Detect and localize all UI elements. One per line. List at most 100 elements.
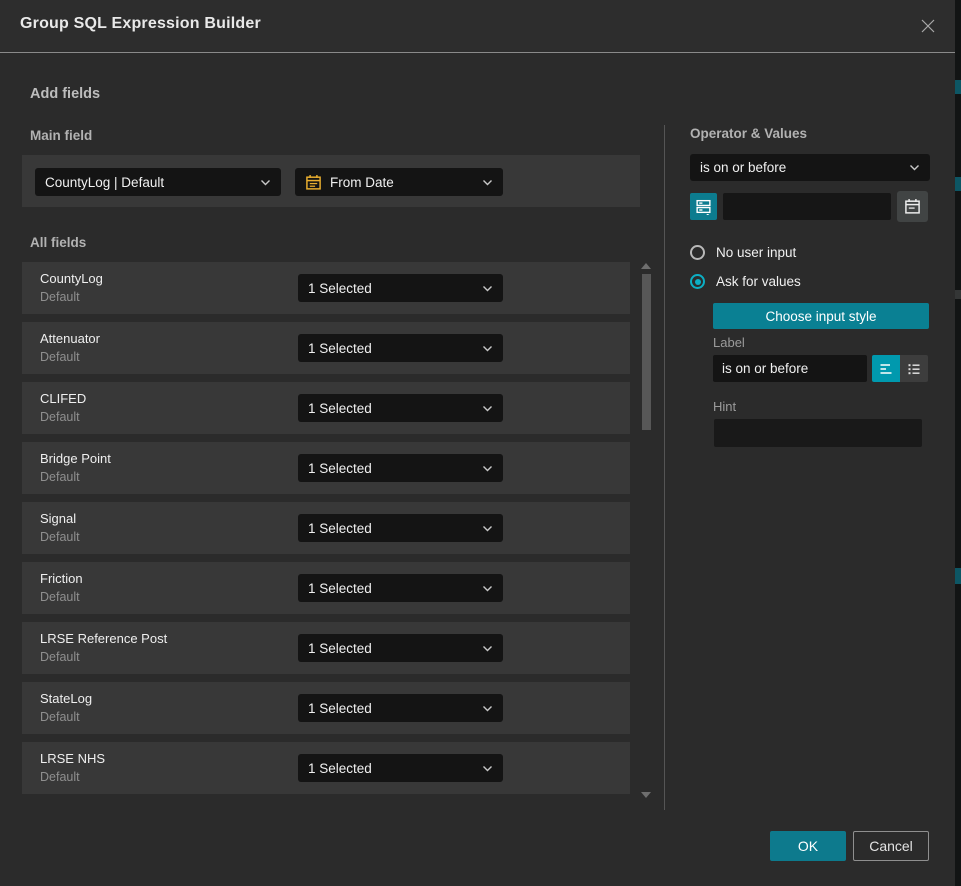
- field-name: Bridge Point: [40, 451, 111, 466]
- field-name: Friction: [40, 571, 83, 586]
- chevron-down-icon: [482, 285, 493, 292]
- field-row-bridge-point: Bridge Point Default 1 Selected: [22, 442, 630, 494]
- cancel-button[interactable]: Cancel: [853, 831, 929, 861]
- field-values-dropdown[interactable]: 1 Selected: [298, 274, 503, 302]
- background-fragment: [955, 177, 961, 191]
- field-row-attenuator: Attenuator Default 1 Selected: [22, 322, 630, 374]
- chevron-down-icon: [482, 345, 493, 352]
- dropdown-value: 1 Selected: [308, 461, 482, 476]
- all-fields-list: CountyLog Default 1 Selected Attenuator …: [22, 262, 630, 794]
- scrollbar-thumb[interactable]: [642, 274, 651, 430]
- scrollbar-down-arrow[interactable]: [641, 792, 651, 798]
- radio-ask-for-values[interactable]: Ask for values: [690, 274, 801, 289]
- field-values-dropdown[interactable]: 1 Selected: [298, 454, 503, 482]
- dropdown-value: 1 Selected: [308, 581, 482, 596]
- dropdown-value: 1 Selected: [308, 701, 482, 716]
- hint-input[interactable]: [714, 419, 922, 447]
- ok-button[interactable]: OK: [770, 831, 846, 861]
- chevron-down-icon: [482, 705, 493, 712]
- operator-dropdown-value: is on or before: [700, 160, 909, 175]
- chevron-down-icon: [482, 405, 493, 412]
- field-row-friction: Friction Default 1 Selected: [22, 562, 630, 614]
- background-fragment: [955, 80, 961, 94]
- radio-no-user-input[interactable]: No user input: [690, 245, 796, 260]
- input-style-list-button[interactable]: [900, 355, 928, 382]
- field-values-dropdown[interactable]: 1 Selected: [298, 394, 503, 422]
- field-subtitle: Default: [40, 530, 80, 544]
- close-icon: [919, 17, 937, 35]
- field-subtitle: Default: [40, 350, 80, 364]
- field-name: StateLog: [40, 691, 92, 706]
- main-layer-dropdown[interactable]: CountyLog | Default: [35, 168, 281, 196]
- field-values-dropdown[interactable]: 1 Selected: [298, 334, 503, 362]
- radio-circle-icon: [690, 245, 705, 260]
- set-value-source-button[interactable]: [690, 193, 717, 220]
- background-app-strip: [955, 0, 961, 886]
- chevron-down-icon: [482, 765, 493, 772]
- dropdown-value: 1 Selected: [308, 641, 482, 656]
- field-subtitle: Default: [40, 410, 80, 424]
- field-row-signal: Signal Default 1 Selected: [22, 502, 630, 554]
- dropdown-value: 1 Selected: [308, 281, 482, 296]
- field-subtitle: Default: [40, 470, 80, 484]
- input-style-single-button[interactable]: [872, 355, 900, 382]
- background-fragment: [955, 290, 961, 299]
- label-input[interactable]: [713, 355, 867, 382]
- all-fields-heading: All fields: [30, 235, 86, 250]
- operator-dropdown[interactable]: is on or before: [690, 154, 930, 181]
- field-row-statelog: StateLog Default 1 Selected: [22, 682, 630, 734]
- main-field-dropdown[interactable]: From Date: [295, 168, 503, 196]
- field-subtitle: Default: [40, 650, 80, 664]
- field-values-dropdown[interactable]: 1 Selected: [298, 514, 503, 542]
- field-values-dropdown[interactable]: 1 Selected: [298, 694, 503, 722]
- field-name: Signal: [40, 511, 76, 526]
- titlebar-divider: [0, 52, 955, 53]
- field-values-dropdown[interactable]: 1 Selected: [298, 634, 503, 662]
- field-name: LRSE NHS: [40, 751, 105, 766]
- field-name: CountyLog: [40, 271, 103, 286]
- field-row-lrse-reference-post: LRSE Reference Post Default 1 Selected: [22, 622, 630, 674]
- field-subtitle: Default: [40, 710, 80, 724]
- chevron-down-icon: [909, 164, 920, 171]
- add-fields-heading: Add fields: [30, 86, 100, 102]
- radio-circle-checked-icon: [690, 274, 705, 289]
- field-name: Attenuator: [40, 331, 100, 346]
- date-picker-button[interactable]: [897, 191, 928, 222]
- chevron-down-icon: [482, 179, 493, 186]
- radio-label: No user input: [716, 245, 796, 260]
- field-values-dropdown[interactable]: 1 Selected: [298, 754, 503, 782]
- chevron-down-icon: [482, 525, 493, 532]
- dropdown-value: 1 Selected: [308, 521, 482, 536]
- list-icon: [906, 361, 922, 377]
- field-name: LRSE Reference Post: [40, 631, 167, 646]
- chevron-down-icon: [482, 465, 493, 472]
- scrollbar-up-arrow[interactable]: [641, 263, 651, 269]
- dialog-title: Group SQL Expression Builder: [20, 15, 261, 33]
- stacked-values-icon: [695, 198, 712, 215]
- dialog-titlebar: Group SQL Expression Builder: [0, 0, 955, 52]
- field-row-clifed: CLIFED Default 1 Selected: [22, 382, 630, 434]
- main-field-dropdown-value: From Date: [330, 175, 474, 190]
- group-sql-expression-builder-dialog: Group SQL Expression Builder Add fields …: [0, 0, 961, 886]
- panel-divider: [664, 125, 665, 810]
- choose-input-style-button[interactable]: Choose input style: [713, 303, 929, 329]
- field-subtitle: Default: [40, 290, 80, 304]
- main-field-panel: CountyLog | Default From Date: [22, 155, 640, 207]
- align-left-icon: [878, 361, 894, 377]
- main-layer-dropdown-value: CountyLog | Default: [45, 175, 260, 190]
- operator-values-heading: Operator & Values: [690, 126, 807, 141]
- field-subtitle: Default: [40, 770, 80, 784]
- close-button[interactable]: [917, 15, 939, 37]
- chevron-down-icon: [482, 645, 493, 652]
- dropdown-value: 1 Selected: [308, 761, 482, 776]
- field-row-lrse-nhs: LRSE NHS Default 1 Selected: [22, 742, 630, 794]
- radio-label: Ask for values: [716, 274, 801, 289]
- field-values-dropdown[interactable]: 1 Selected: [298, 574, 503, 602]
- calendar-icon: [904, 198, 921, 215]
- hint-caption: Hint: [713, 399, 736, 414]
- dropdown-value: 1 Selected: [308, 341, 482, 356]
- label-caption: Label: [713, 335, 745, 350]
- field-name: CLIFED: [40, 391, 86, 406]
- background-fragment: [955, 568, 961, 584]
- date-value-input[interactable]: [723, 193, 891, 220]
